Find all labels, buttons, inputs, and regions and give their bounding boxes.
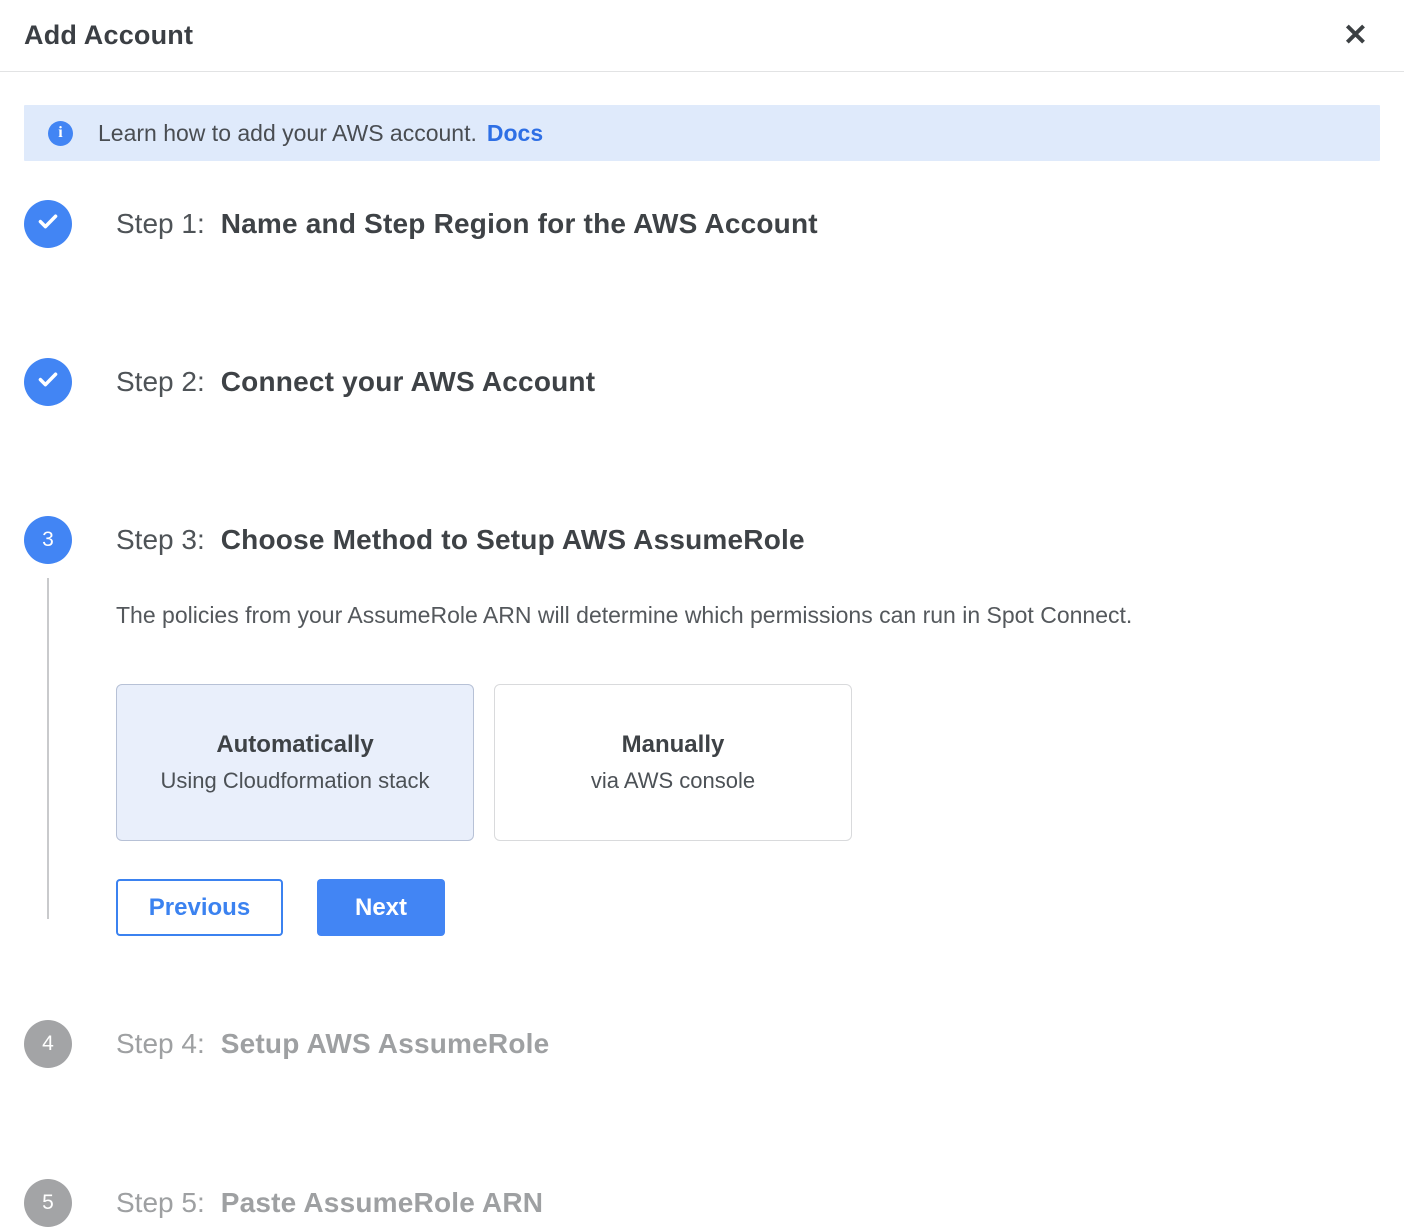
next-button[interactable]: Next	[317, 879, 445, 936]
step-1-circle	[24, 200, 72, 248]
step-4-heading[interactable]: Step 4: Setup AWS AssumeRole	[116, 1020, 1380, 1068]
step-prefix: Step 3:	[116, 524, 205, 556]
step-title: Name and Step Region for the AWS Account	[221, 208, 818, 240]
step-3-circle: 3	[24, 516, 72, 564]
step-title: Setup AWS AssumeRole	[221, 1028, 550, 1060]
method-card-manually[interactable]: Manually via AWS console	[494, 684, 852, 841]
method-cards: Automatically Using Cloudformation stack…	[116, 684, 1380, 841]
step-2-circle	[24, 358, 72, 406]
step-1-rail	[24, 200, 72, 279]
close-button[interactable]: ✕	[1335, 17, 1376, 55]
step-prefix: Step 1:	[116, 208, 205, 240]
step-5-heading[interactable]: Step 5: Paste AssumeRole ARN	[116, 1179, 1380, 1227]
method-subtitle: Using Cloudformation stack	[160, 768, 429, 794]
step-5-rail: 5	[24, 1179, 72, 1227]
method-subtitle: via AWS console	[591, 768, 755, 794]
banner-text: Learn how to add your AWS account.	[98, 120, 477, 147]
step-3-heading[interactable]: Step 3: Choose Method to Setup AWS Assum…	[116, 516, 1380, 564]
check-icon	[35, 208, 61, 240]
step-title: Choose Method to Setup AWS AssumeRole	[221, 524, 805, 556]
step-prefix: Step 2:	[116, 366, 205, 398]
step-connector	[47, 578, 49, 919]
step-prefix: Step 4:	[116, 1028, 205, 1060]
wizard-steps: Step 1: Name and Step Region for the AWS…	[24, 200, 1380, 1227]
method-card-automatically[interactable]: Automatically Using Cloudformation stack	[116, 684, 474, 841]
step-3-rail: 3	[24, 516, 72, 936]
step-4-rail: 4	[24, 1020, 72, 1099]
check-icon	[35, 366, 61, 398]
step-5: 5 Step 5: Paste AssumeRole ARN	[24, 1179, 1380, 1227]
previous-button[interactable]: Previous	[116, 879, 283, 936]
method-title: Automatically	[216, 731, 373, 759]
step-1: Step 1: Name and Step Region for the AWS…	[24, 200, 1380, 358]
step-prefix: Step 5:	[116, 1187, 205, 1219]
modal-content: i Learn how to add your AWS account. Doc…	[0, 105, 1404, 1227]
step-5-circle: 5	[24, 1179, 72, 1227]
docs-link[interactable]: Docs	[487, 120, 543, 147]
step-2: Step 2: Connect your AWS Account	[24, 358, 1380, 516]
method-title: Manually	[622, 731, 725, 759]
step-2-heading[interactable]: Step 2: Connect your AWS Account	[116, 358, 1380, 406]
wizard-actions: Previous Next	[116, 879, 1380, 936]
step-2-rail	[24, 358, 72, 437]
modal-title: Add Account	[24, 20, 193, 51]
step-1-heading[interactable]: Step 1: Name and Step Region for the AWS…	[116, 200, 1380, 248]
step-4-circle: 4	[24, 1020, 72, 1068]
step-title: Connect your AWS Account	[221, 366, 596, 398]
step-3: 3 Step 3: Choose Method to Setup AWS Ass…	[24, 516, 1380, 1020]
step-3-description: The policies from your AssumeRole ARN wi…	[116, 600, 1380, 630]
info-icon: i	[48, 121, 73, 146]
close-icon: ✕	[1343, 19, 1368, 52]
step-4: 4 Step 4: Setup AWS AssumeRole	[24, 1020, 1380, 1179]
info-banner: i Learn how to add your AWS account. Doc…	[24, 105, 1380, 161]
modal-header: Add Account ✕	[0, 0, 1404, 72]
step-title: Paste AssumeRole ARN	[221, 1187, 543, 1219]
